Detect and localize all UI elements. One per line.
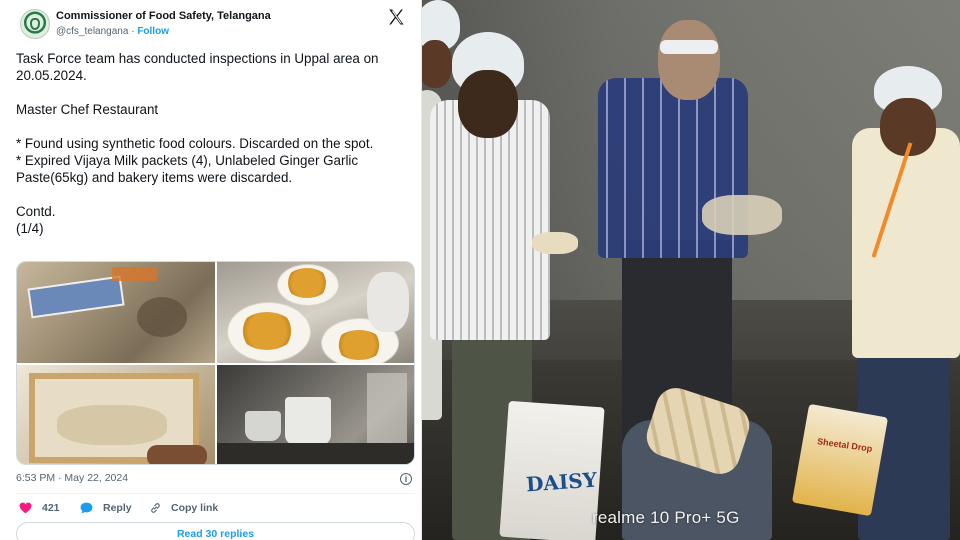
x-logo-icon[interactable] (387, 8, 405, 26)
paper-scrap (27, 275, 125, 319)
food (239, 312, 295, 350)
flatbread-bag (702, 195, 782, 235)
account-handle-line: @cfs_telangana · Follow (56, 26, 169, 37)
shelf (217, 443, 414, 464)
bag-brand: DAISY (525, 467, 598, 497)
container (285, 397, 331, 445)
copy-link-label: Copy link (171, 502, 219, 514)
reply-label: Reply (103, 502, 132, 514)
tweet-line: Task Force team has conducted inspection… (16, 51, 379, 83)
wall-panel (367, 373, 407, 443)
reply-icon (80, 502, 93, 514)
like-count: 421 (42, 502, 60, 514)
media-photo-kitchen[interactable] (217, 365, 414, 464)
media-photo-plates[interactable] (217, 262, 414, 363)
head (658, 20, 720, 100)
follow-button[interactable]: Follow (137, 26, 169, 37)
media-photo-floor[interactable] (17, 262, 215, 363)
food (335, 330, 383, 360)
copy-link-button[interactable]: Copy link (149, 500, 218, 516)
account-handle[interactable]: @cfs_telangana (56, 26, 128, 37)
tweet-line: (1/4) (16, 221, 44, 236)
hand (147, 445, 207, 464)
reply-button[interactable]: Reply (80, 500, 132, 516)
plastic-bag (367, 272, 409, 332)
heart-icon (19, 502, 32, 514)
account-name[interactable]: Commissioner of Food Safety, Telangana (56, 10, 271, 22)
media-photo-tray[interactable] (17, 365, 215, 464)
stain (137, 297, 187, 337)
head-band (660, 40, 718, 54)
read-replies-button[interactable]: Read 30 replies (16, 522, 415, 540)
tweet-line: Contd. (16, 204, 56, 219)
link-icon (151, 503, 160, 513)
food-box (791, 403, 889, 517)
avatar[interactable] (20, 9, 50, 39)
tweet-media-grid (16, 261, 415, 465)
tweet-timestamp[interactable]: 6:53 PM · May 22, 2024 (16, 472, 128, 484)
info-icon[interactable]: i (400, 473, 412, 485)
tweet-text: Task Force team has conducted inspection… (16, 50, 412, 237)
flatbread (532, 232, 578, 254)
tweet-card: Commissioner of Food Safety, Telangana @… (0, 0, 422, 540)
tweet-header: Commissioner of Food Safety, Telangana @… (16, 8, 411, 42)
camera-watermark: realme 10 Pro+ 5G (592, 508, 740, 527)
container (245, 411, 281, 441)
like-button[interactable]: 421 (19, 500, 60, 516)
flatbread (57, 405, 167, 445)
tweet-line: * Expired Vijaya Milk packets (4), Unlab… (16, 153, 359, 185)
inspection-photo[interactable]: DAISY Sheetal Drop realme 10 Pro+ 5G (422, 0, 960, 540)
head (422, 40, 452, 88)
food (285, 268, 329, 298)
head (458, 70, 518, 138)
separator: · (128, 26, 138, 37)
colour-stain (112, 267, 157, 281)
tweet-line: * Found using synthetic food colours. Di… (16, 136, 374, 151)
tweet-line: Master Chef Restaurant (16, 102, 159, 117)
divider (16, 493, 415, 494)
